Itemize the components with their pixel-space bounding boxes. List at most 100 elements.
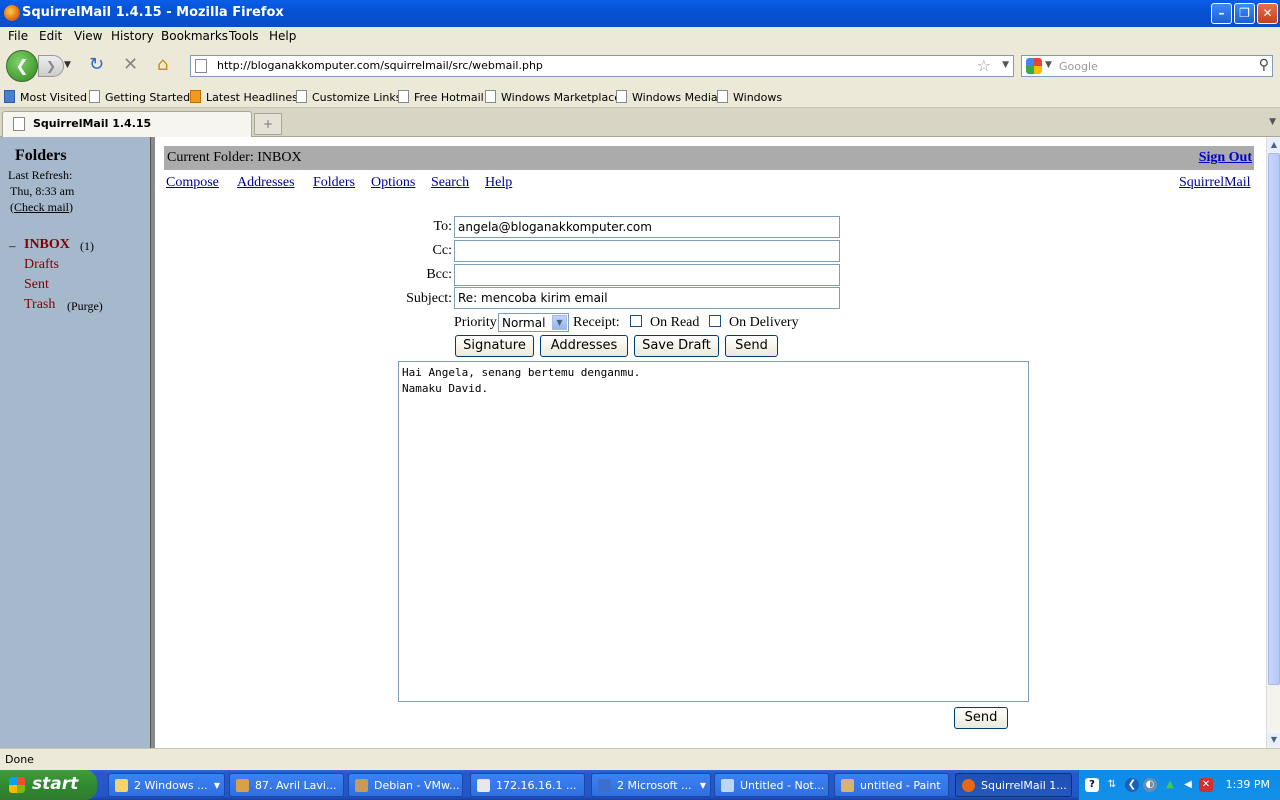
compose-link[interactable]: Compose xyxy=(166,175,219,191)
back-arrow-icon[interactable]: ❮ xyxy=(1125,778,1139,792)
menu-view[interactable]: View xyxy=(74,29,102,43)
purge-link[interactable]: (Purge) xyxy=(67,299,103,314)
bookmark-getting-started[interactable]: Getting Started xyxy=(89,90,190,104)
bookmark-windows-media[interactable]: Windows Media xyxy=(616,90,718,104)
current-folder-bar: Current Folder: INBOX Sign Out xyxy=(164,146,1254,170)
tab-squirrelmail[interactable]: SquirrelMail 1.4.15 xyxy=(2,111,252,137)
back-icon[interactable]: ❮ xyxy=(6,50,38,82)
to-label: To: xyxy=(433,219,452,234)
bookmark-star-icon[interactable]: ☆ xyxy=(977,56,991,75)
priority-select[interactable]: Normal ▼ xyxy=(498,313,569,332)
task-windows-explorer[interactable]: 2 Windows ... ▼ xyxy=(108,773,225,797)
history-dropdown-icon[interactable]: ▼ xyxy=(64,60,71,70)
bookmark-most-visited[interactable]: Most Visited xyxy=(4,90,87,104)
bookmark-label: Windows Media xyxy=(632,91,718,104)
folders-link[interactable]: Folders xyxy=(313,175,355,191)
volume-icon[interactable]: ◀ xyxy=(1181,778,1195,792)
options-link[interactable]: Options xyxy=(371,175,415,191)
bookmark-label: Windows xyxy=(733,91,783,104)
signature-button[interactable]: Signature xyxy=(455,335,534,357)
compose-pane: Current Folder: INBOX Sign Out Compose A… xyxy=(155,137,1266,748)
on-delivery-checkbox[interactable] xyxy=(709,315,721,327)
task-paint[interactable]: untitled - Paint xyxy=(834,773,949,797)
priority-value: Normal xyxy=(502,316,546,330)
bookmark-customize-links[interactable]: Customize Links xyxy=(296,90,402,104)
help-link[interactable]: Help xyxy=(485,175,512,191)
send-button[interactable]: Send xyxy=(725,335,778,357)
vmware-tray-icon[interactable]: ◐ xyxy=(1143,778,1157,792)
subject-field[interactable]: Re: mencoba kirim email xyxy=(454,287,840,309)
task-notepad[interactable]: Untitled - Not... xyxy=(714,773,829,797)
bcc-field[interactable] xyxy=(454,264,840,286)
tab-title: SquirrelMail 1.4.15 xyxy=(33,117,152,130)
folder-sent[interactable]: Sent xyxy=(24,277,49,293)
page-icon xyxy=(616,90,627,103)
task-putty[interactable]: 172.16.16.1 ... xyxy=(470,773,585,797)
minimize-button[interactable]: – xyxy=(1211,3,1232,24)
task-microsoft-word[interactable]: 2 Microsoft ... ▼ xyxy=(591,773,711,797)
task-label: 2 Windows ... xyxy=(134,779,208,792)
scroll-up-icon[interactable]: ▲ xyxy=(1267,138,1280,152)
vertical-scrollbar[interactable]: ▲ ▼ xyxy=(1266,137,1280,748)
start-button[interactable]: start xyxy=(0,770,97,800)
task-label: Untitled - Not... xyxy=(740,779,825,792)
network-icon[interactable]: ⇅ xyxy=(1105,778,1119,792)
save-draft-button[interactable]: Save Draft xyxy=(634,335,719,357)
message-body[interactable]: Hai Angela, senang bertemu denganmu. Nam… xyxy=(398,361,1029,702)
bookmark-windows[interactable]: Windows xyxy=(717,90,782,104)
folder-drafts[interactable]: Drafts xyxy=(24,257,59,273)
folder-trash[interactable]: Trash xyxy=(24,297,55,313)
task-firefox[interactable]: SquirrelMail 1... xyxy=(955,773,1072,797)
window-titlebar: SquirrelMail 1.4.15 - Mozilla Firefox – … xyxy=(0,0,1280,27)
search-link[interactable]: Search xyxy=(431,175,469,191)
bookmark-label: Free Hotmail xyxy=(414,91,484,104)
new-tab-button[interactable]: + xyxy=(254,113,282,135)
check-mail-link[interactable]: (Check mail) xyxy=(10,200,73,215)
bookmark-windows-marketplace[interactable]: Windows Marketplace xyxy=(485,90,621,104)
antivirus-icon[interactable]: ▲ xyxy=(1163,778,1177,792)
search-icon[interactable]: ⚲ xyxy=(1259,57,1269,73)
google-icon[interactable] xyxy=(1026,58,1042,74)
search-bar[interactable]: ▼ Google ⚲ xyxy=(1021,55,1273,77)
reload-icon[interactable]: ↻ xyxy=(89,55,104,75)
menu-tools[interactable]: Tools xyxy=(229,29,259,43)
forward-icon[interactable]: ❯ xyxy=(38,55,64,77)
menu-file[interactable]: File xyxy=(8,29,28,43)
send-button-bottom[interactable]: Send xyxy=(954,707,1008,729)
on-read-checkbox[interactable] xyxy=(630,315,642,327)
addresses-link[interactable]: Addresses xyxy=(237,175,295,191)
cc-field[interactable] xyxy=(454,240,840,262)
bookmark-latest-headlines[interactable]: Latest Headlines xyxy=(190,90,298,104)
restore-button[interactable]: ❐ xyxy=(1234,3,1255,24)
to-field[interactable]: angela@bloganakkomputer.com xyxy=(454,216,840,238)
sign-out-link[interactable]: Sign Out xyxy=(1199,150,1252,166)
menu-history[interactable]: History xyxy=(111,29,154,43)
bookmark-label: Latest Headlines xyxy=(206,91,298,104)
collapse-toggle[interactable]: – xyxy=(9,238,16,254)
folder-inbox[interactable]: INBOX xyxy=(24,237,70,253)
addresses-button[interactable]: Addresses xyxy=(540,335,628,357)
tab-list-icon[interactable]: ▼ xyxy=(1269,117,1276,127)
menu-help[interactable]: Help xyxy=(269,29,296,43)
menu-bookmarks[interactable]: Bookmarks xyxy=(161,29,228,43)
security-alert-icon[interactable]: ✕ xyxy=(1199,778,1213,792)
home-icon[interactable]: ⌂ xyxy=(157,55,168,75)
engine-dropdown-icon[interactable]: ▼ xyxy=(1045,60,1052,70)
menu-edit[interactable]: Edit xyxy=(39,29,62,43)
bookmarks-toolbar: Most Visited Getting Started Latest Head… xyxy=(0,85,1280,108)
url-dropdown-icon[interactable]: ▼ xyxy=(1002,60,1009,70)
page-icon xyxy=(485,90,496,103)
squirrelmail-link[interactable]: SquirrelMail xyxy=(1179,175,1251,191)
start-label: start xyxy=(32,774,79,794)
scroll-down-icon[interactable]: ▼ xyxy=(1267,733,1280,747)
bookmark-free-hotmail[interactable]: Free Hotmail xyxy=(398,90,484,104)
close-button[interactable]: ✕ xyxy=(1257,3,1278,24)
page-icon xyxy=(89,90,100,103)
folder-pane: Folders Last Refresh: Thu, 8:33 am (Chec… xyxy=(0,137,150,748)
stop-icon[interactable]: ✕ xyxy=(123,55,138,75)
help-icon[interactable]: ? xyxy=(1085,778,1099,792)
scroll-thumb[interactable] xyxy=(1268,153,1280,685)
url-bar[interactable]: http://bloganakkomputer.com/squirrelmail… xyxy=(190,55,1014,77)
task-vmware[interactable]: Debian - VMw... xyxy=(348,773,463,797)
task-media-player[interactable]: 87. Avril Lavi... xyxy=(229,773,344,797)
